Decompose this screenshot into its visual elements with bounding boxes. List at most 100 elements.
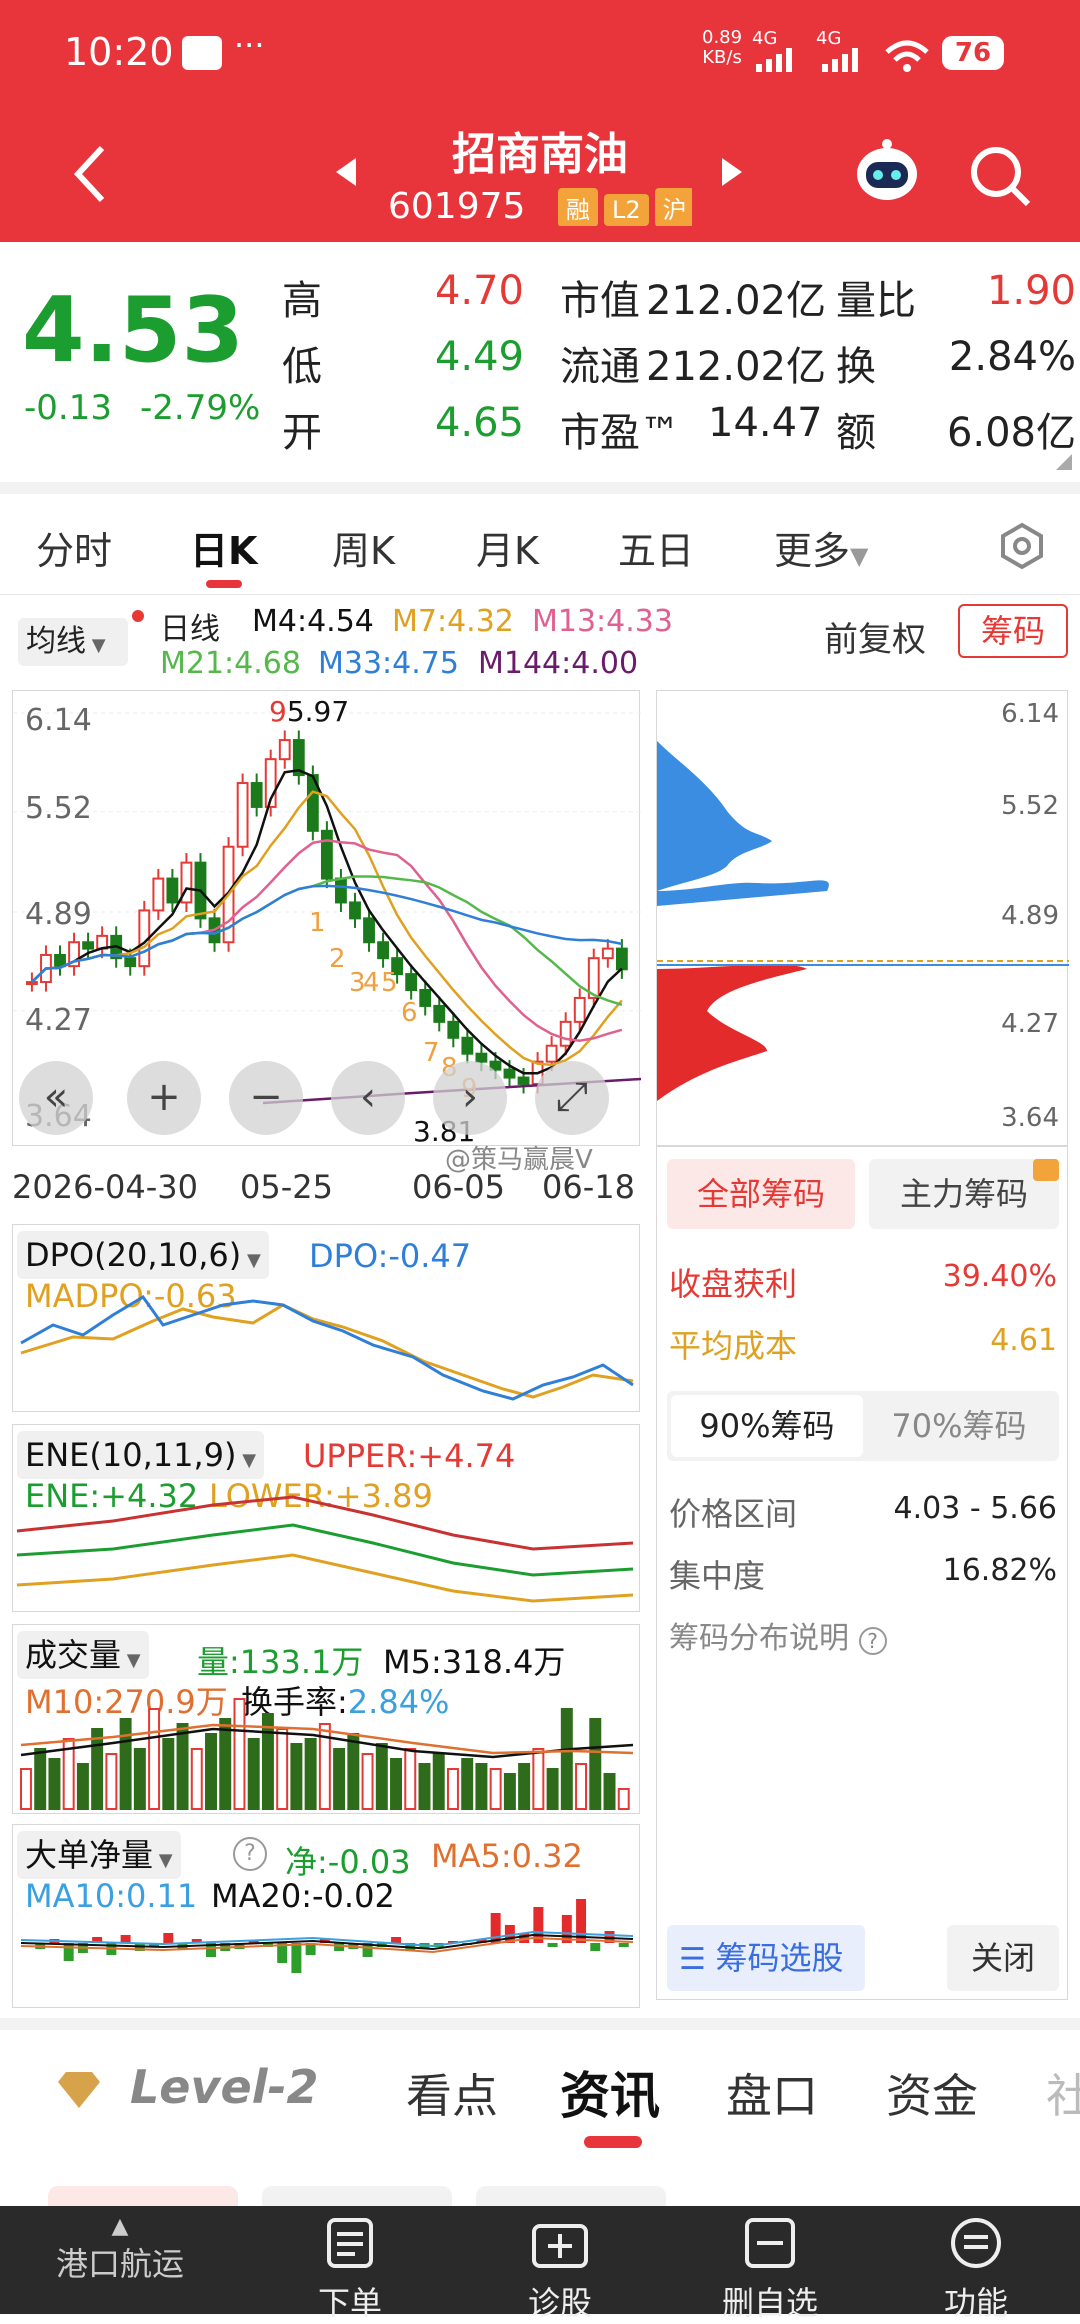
tab-monthly[interactable]: 月K xyxy=(476,520,539,575)
settings-hex-icon[interactable] xyxy=(998,522,1046,570)
chip-button[interactable]: 筹码 xyxy=(958,604,1068,658)
volume-bar xyxy=(34,1748,47,1810)
chip-info-panel: 全部筹码 主力筹码 收盘获利 39.40% 平均成本 4.61 90%筹码 70… xyxy=(656,1146,1068,2000)
help-icon: ? xyxy=(858,1627,887,1655)
net-type-2: 4G xyxy=(816,28,842,49)
ma33-value: M33:4.75 xyxy=(318,646,459,681)
tag-market: 沪 xyxy=(654,188,692,226)
next-stock-icon[interactable] xyxy=(720,156,744,188)
all-chips-tab[interactable]: 全部筹码 xyxy=(667,1159,855,1229)
tab-daily[interactable]: 日K xyxy=(190,520,257,575)
sequence-label: 2 xyxy=(329,944,346,974)
clock: 10:20 xyxy=(64,30,174,74)
tab-more[interactable]: 更多▼ xyxy=(774,520,868,575)
scroll-left-button[interactable]: « xyxy=(19,1061,93,1135)
diagnose-button[interactable]: 诊股 xyxy=(500,2206,620,2324)
volume-bar xyxy=(546,1768,559,1810)
volume-bar xyxy=(105,1753,118,1810)
y-tick: 5.52 xyxy=(25,791,92,826)
zoom-out-button[interactable]: − xyxy=(229,1061,303,1135)
candle xyxy=(461,1036,474,1055)
fq-toggle[interactable]: 前复权 xyxy=(824,612,926,661)
volume-bar xyxy=(617,1788,630,1810)
mktcap-value: 212.02亿 xyxy=(646,278,826,324)
turnover-value: 2.84% xyxy=(948,334,1076,380)
info-tabs: Level-2 看点 资讯 盘口 资金 社 xyxy=(0,2030,1080,2180)
dpo-chart xyxy=(20,1295,634,1401)
tag-margin: 融 xyxy=(558,188,598,226)
minus-square-icon xyxy=(745,2218,795,2268)
remove-watchlist-button[interactable]: 删自选 xyxy=(700,2206,840,2324)
volume-bar xyxy=(390,1758,403,1810)
chevron-up-icon: ▲ xyxy=(111,2214,129,2239)
sector-button[interactable]: ▲ 港口航运 xyxy=(30,2214,210,2285)
prev-stock-icon[interactable] xyxy=(334,156,358,188)
stock-name: 招商南油 xyxy=(452,129,628,180)
tab-community[interactable]: 社 xyxy=(1046,2060,1080,2126)
tab-weekly[interactable]: 周K xyxy=(332,520,395,575)
low-label: 低 xyxy=(282,344,322,390)
y-tick: 4.89 xyxy=(25,897,92,932)
high-annotation: 95.97 xyxy=(269,695,349,728)
tab-five-day[interactable]: 五日 xyxy=(618,520,694,575)
dropdown-arrow-icon: ▼ xyxy=(850,542,869,570)
ma21-value: M21:4.68 xyxy=(160,646,301,681)
expand-corner-icon[interactable] xyxy=(1054,452,1074,472)
chip-select-button[interactable]: ☰ 筹码选股 xyxy=(667,1925,865,1991)
pct90-tab[interactable]: 90%筹码 xyxy=(671,1395,863,1457)
close-button[interactable]: 关闭 xyxy=(947,1925,1059,1991)
tab-funds[interactable]: 资金 xyxy=(886,2060,978,2126)
candle xyxy=(54,953,66,968)
back-icon[interactable] xyxy=(70,144,110,204)
volume-bar xyxy=(304,1738,317,1810)
diagnose-icon xyxy=(532,2224,588,2268)
chip-explain-link[interactable]: 筹码分布说明 ? xyxy=(669,1613,887,1657)
dropdown-arrow-icon: ▼ xyxy=(86,635,106,656)
sequence-label: 7 xyxy=(423,1038,440,1068)
divider xyxy=(0,594,1080,595)
big-order-bar xyxy=(391,1937,402,1943)
ma-selector[interactable]: 均线 ▼ xyxy=(18,618,128,666)
live-dot xyxy=(132,610,144,622)
range-value: 4.03 - 5.66 xyxy=(893,1491,1058,1526)
price-change: -0.13 xyxy=(24,388,112,428)
volume-bar xyxy=(518,1763,531,1810)
candle xyxy=(475,1052,488,1063)
zoom-in-button[interactable]: + xyxy=(127,1061,201,1135)
order-button[interactable]: 下单 xyxy=(290,2206,410,2324)
tab-intraday[interactable]: 分时 xyxy=(36,520,112,575)
step-left-button[interactable]: ‹ xyxy=(331,1061,405,1135)
volume-bar xyxy=(361,1753,374,1810)
net-type: 4G xyxy=(752,28,778,49)
volratio-value: 1.90 xyxy=(986,268,1076,314)
stock-code: 601975 xyxy=(388,186,526,227)
amount-label: 额 xyxy=(836,410,876,456)
volume-bar xyxy=(461,1758,474,1810)
kline-chart[interactable]: 123456789 6.14 5.52 4.89 4.27 3.64 95.97… xyxy=(12,690,641,1175)
search-icon[interactable] xyxy=(968,144,1032,208)
tab-level2[interactable]: Level-2 xyxy=(130,2060,319,2114)
main-chips-tab[interactable]: 主力筹码 xyxy=(869,1159,1059,1229)
volume-bar xyxy=(76,1763,89,1810)
tab-orderbook[interactable]: 盘口 xyxy=(726,2060,818,2126)
menu-circle-icon xyxy=(951,2218,1001,2268)
big-order-bar xyxy=(163,1933,174,1943)
tab-news[interactable]: 资讯 xyxy=(560,2056,660,2128)
volume-bar xyxy=(190,1748,203,1810)
ene-panel: ENE(10,11,9) ▼ UPPER:+4.74 ENE:+4.32 LOW… xyxy=(12,1424,640,1612)
ma144-value: M144:4.00 xyxy=(478,646,639,681)
tab-highlights[interactable]: 看点 xyxy=(406,2060,498,2126)
chip-y-tick: 3.64 xyxy=(1001,1103,1059,1133)
function-button[interactable]: 功能 xyxy=(916,2206,1036,2324)
volume-bar xyxy=(532,1748,545,1810)
step-right-button[interactable]: › xyxy=(433,1061,507,1135)
diagnose-label: 诊股 xyxy=(527,2284,592,2322)
candle xyxy=(447,1020,460,1039)
fullscreen-button[interactable]: ⤢ xyxy=(535,1061,609,1135)
x-tick: 2026-04-30 xyxy=(12,1168,198,1206)
separator xyxy=(0,482,1080,494)
pct70-tab[interactable]: 70%筹码 xyxy=(863,1395,1055,1457)
robot-assistant-icon[interactable] xyxy=(852,136,922,206)
candle xyxy=(349,901,361,920)
volume-bar xyxy=(205,1733,217,1810)
